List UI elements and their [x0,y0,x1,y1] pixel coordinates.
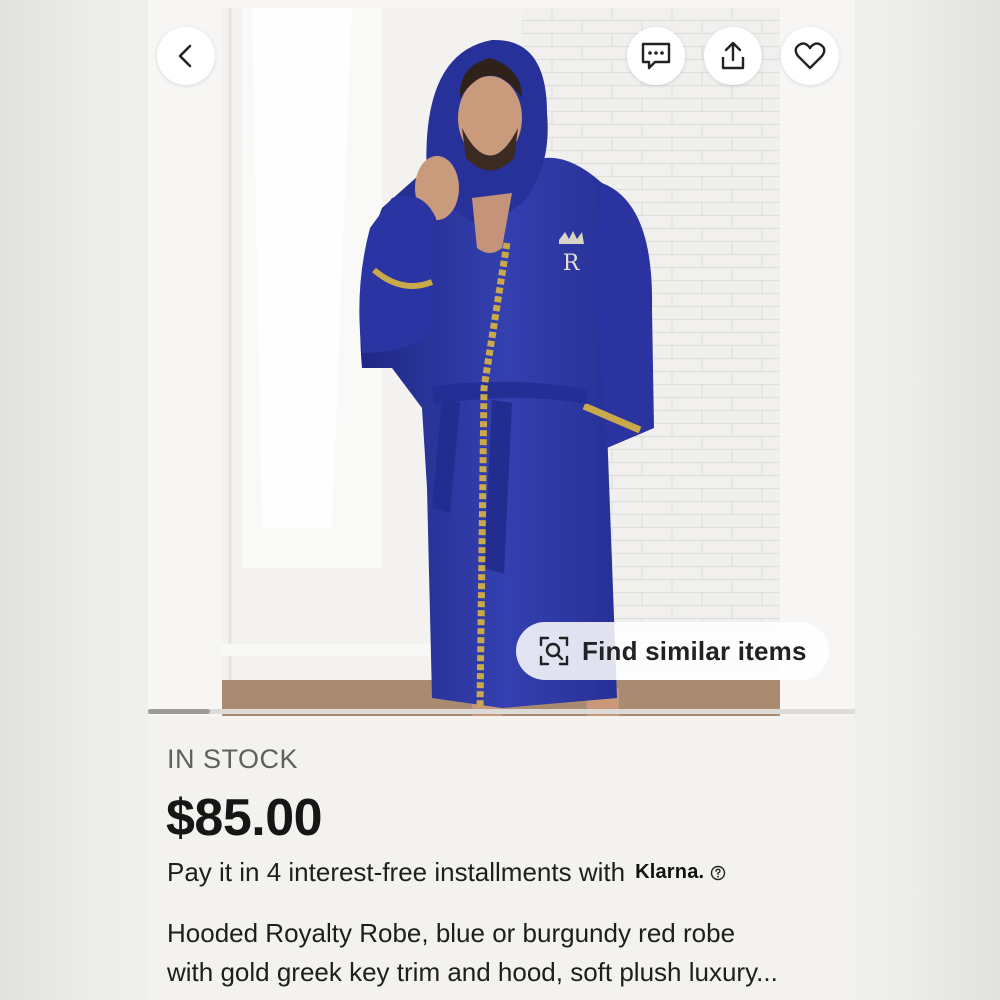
message-seller-button[interactable] [627,27,685,85]
left-margin [0,0,148,1000]
favorite-button[interactable] [781,27,839,85]
heart-icon [794,42,826,70]
product-description[interactable]: Hooded Royalty Robe, blue or burgundy re… [167,914,847,992]
installments-info[interactable]: Pay it in 4 interest-free installments w… [167,857,726,888]
find-similar-label: Find similar items [582,635,807,666]
gallery-scroll-thumb[interactable] [148,709,210,714]
installments-text: Pay it in 4 interest-free installments w… [167,857,626,887]
gallery-scrollbar[interactable] [148,709,855,714]
share-icon [721,41,745,70]
chevron-left-icon [178,44,192,68]
stock-status: IN STOCK [167,744,299,774]
share-button[interactable] [704,27,762,85]
description-line-2: with gold greek key trim and hood, soft … [167,957,778,987]
product-page: R Find similar items IN STOCK $85.00 Pay… [148,0,855,1000]
back-button[interactable] [157,27,215,85]
message-icon [641,42,671,70]
find-similar-button[interactable]: Find similar items [516,622,829,680]
right-margin [855,0,1000,1000]
description-line-1: Hooded Royalty Robe, blue or burgundy re… [167,918,736,948]
robe-monogram: R [563,251,581,276]
price: $85.00 [166,789,323,847]
image-gallery[interactable]: R Find similar items [148,0,855,716]
help-circle-icon[interactable] [710,865,726,881]
klarna-logo: Klarna. [635,861,705,883]
product-photo[interactable]: R [222,8,780,716]
product-image: R [222,8,780,716]
visual-search-icon [538,634,572,668]
